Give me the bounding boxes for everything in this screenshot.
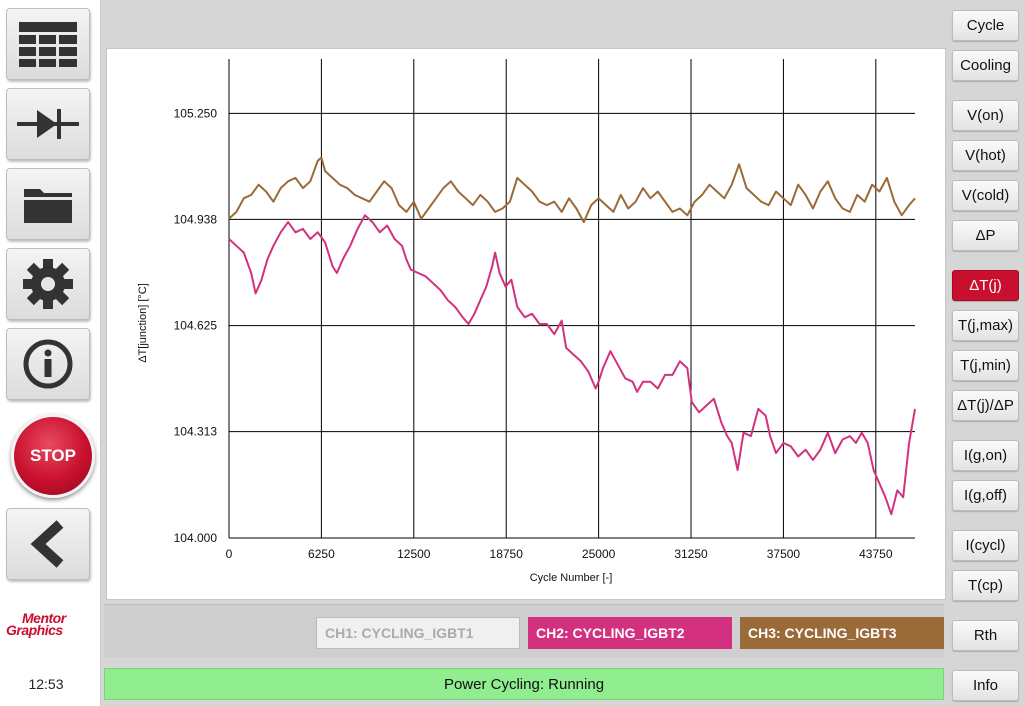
metric-button-label: I(g,on)	[963, 447, 1008, 464]
channel-3-label: CH3: CYCLING_IGBT3	[748, 625, 897, 641]
folder-icon	[24, 189, 72, 223]
metric-button-label: V(cold)	[961, 187, 1010, 204]
stop-button[interactable]: STOP	[11, 414, 95, 498]
info-icon	[23, 339, 73, 389]
channel-1-label: CH1: CYCLING_IGBT1	[325, 625, 474, 641]
metric-button-t-j-p[interactable]: ΔT(j)/ΔP	[952, 390, 1019, 421]
metric-button-label: V(on)	[967, 107, 1004, 124]
y-tick-label: 104.313	[174, 425, 218, 439]
metric-button-i-g-on[interactable]: I(g,on)	[952, 440, 1019, 471]
diode-icon	[17, 109, 79, 139]
channel-1-button[interactable]: CH1: CYCLING_IGBT1	[316, 617, 520, 649]
metric-button-t-j-min[interactable]: T(j,min)	[952, 350, 1019, 381]
metric-button-v-cold[interactable]: V(cold)	[952, 180, 1019, 211]
metric-button-label: V(hot)	[965, 147, 1006, 164]
x-tick-label: 0	[226, 547, 233, 561]
clock: 12:53	[28, 676, 64, 692]
grid-table-icon	[19, 22, 77, 67]
metric-button-v-hot[interactable]: V(hot)	[952, 140, 1019, 171]
x-tick-label: 43750	[859, 547, 893, 561]
metric-button-label: ΔT(j)/ΔP	[957, 397, 1014, 414]
chart-panel: 0 6250 12500 18750 25000 31250 37500 43750 104.0…	[106, 48, 946, 600]
status-bar: Power Cycling: Running	[104, 668, 944, 700]
delta-tj-chart: 0 6250 12500 18750 25000 31250 37500 43750 104.0…	[137, 59, 916, 584]
metric-button-label: Rth	[973, 627, 998, 644]
x-tick-label: 6250	[308, 547, 335, 561]
metric-button-t-cp[interactable]: T(cp)	[952, 570, 1019, 601]
stop-label: STOP	[30, 446, 76, 465]
status-text: Power Cycling: Running	[443, 675, 605, 693]
metric-button-label: I(g,off)	[963, 487, 1008, 504]
metric-button-label: T(cp)	[968, 577, 1003, 594]
metric-button-label: ΔT(j)	[969, 277, 1002, 294]
metric-button-p[interactable]: ΔP	[952, 220, 1019, 251]
metric-button-label: Cooling	[960, 57, 1011, 74]
logo-line-2: Graphics	[6, 622, 63, 638]
x-axis-label: Cycle Number [-]	[530, 572, 613, 584]
metric-button-label: Info	[972, 677, 999, 694]
metric-button-rth[interactable]: Rth	[952, 620, 1019, 651]
open-folder-button[interactable]	[6, 168, 90, 240]
metric-button-info[interactable]: Info	[952, 670, 1019, 701]
back-button[interactable]	[6, 508, 90, 580]
y-tick-label: 104.625	[174, 319, 218, 333]
back-chevron-icon	[30, 520, 64, 568]
channel-3-button[interactable]: CH3: CYCLING_IGBT3	[740, 617, 944, 649]
metric-button-label: ΔP	[975, 227, 996, 244]
about-button[interactable]	[6, 328, 90, 400]
x-tick-label: 12500	[397, 547, 431, 561]
metric-button-t-j[interactable]: ΔT(j)	[952, 270, 1019, 301]
data-table-button[interactable]	[6, 8, 90, 80]
x-tick-label: 18750	[490, 547, 524, 561]
metric-button-label: Cycle	[966, 17, 1005, 34]
settings-button[interactable]	[6, 248, 90, 320]
y-tick-label: 104.000	[174, 531, 218, 545]
metric-button-label: I(cycl)	[965, 537, 1006, 554]
metric-button-t-j-max[interactable]: T(j,max)	[952, 310, 1019, 341]
metric-button-v-on[interactable]: V(on)	[952, 100, 1019, 131]
x-tick-label: 25000	[582, 547, 616, 561]
left-sidebar: STOP Mentor Graphics 12:53	[0, 0, 101, 706]
metric-button-i-cycl[interactable]: I(cycl)	[952, 530, 1019, 561]
series-line-ch2	[228, 214, 916, 516]
y-axis-label: ΔT[junction] [°C]	[137, 283, 149, 363]
metric-button-label: T(j,min)	[960, 357, 1011, 374]
metric-button-label: T(j,max)	[958, 317, 1013, 334]
mentor-graphics-logo: Mentor Graphics	[6, 611, 96, 642]
x-tick-label: 37500	[767, 547, 801, 561]
channel-2-label: CH2: CYCLING_IGBT2	[536, 625, 685, 641]
metric-button-cycle[interactable]: Cycle	[952, 10, 1019, 41]
metric-button-i-g-off[interactable]: I(g,off)	[952, 480, 1019, 511]
device-button[interactable]	[6, 88, 90, 160]
metric-button-cooling[interactable]: Cooling	[952, 50, 1019, 81]
series-line-ch3	[228, 156, 916, 224]
y-tick-label: 105.250	[174, 106, 218, 120]
y-tick-label: 104.938	[174, 212, 218, 226]
channel-2-button[interactable]: CH2: CYCLING_IGBT2	[528, 617, 732, 649]
x-tick-label: 31250	[674, 547, 708, 561]
gear-icon	[23, 259, 73, 309]
